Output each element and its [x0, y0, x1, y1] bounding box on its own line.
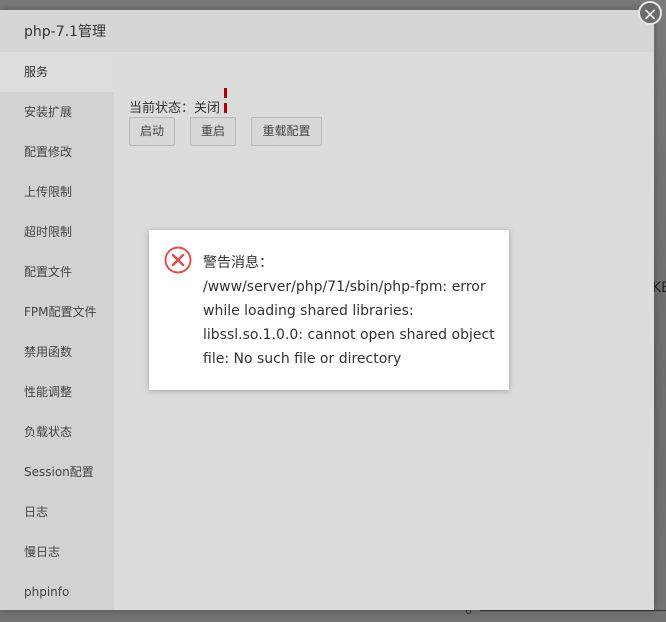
- alert-message: /www/server/php/71/sbin/php-fpm: error w…: [203, 279, 495, 367]
- warning-alert: 警告消息： /www/server/php/71/sbin/php-fpm: e…: [149, 230, 509, 390]
- background-fragment: KB: [652, 280, 666, 296]
- sidebar-item-install-extension[interactable]: 安装扩展: [0, 92, 114, 132]
- reload-config-button[interactable]: 重载配置: [251, 117, 322, 146]
- close-button[interactable]: ×: [638, 1, 662, 25]
- alert-message-block: 警告消息： /www/server/php/71/sbin/php-fpm: e…: [203, 251, 495, 371]
- error-circle-icon: [164, 246, 192, 274]
- sidebar-item-fpm-config-file[interactable]: FPM配置文件: [0, 292, 114, 332]
- sidebar-item-upload-limit[interactable]: 上传限制: [0, 172, 114, 212]
- sidebar-item-config-file[interactable]: 配置文件: [0, 252, 114, 292]
- background-axis-line: [480, 610, 666, 611]
- start-button[interactable]: 启动: [129, 117, 175, 146]
- status-value: 关闭: [194, 101, 221, 116]
- restart-button[interactable]: 重启: [190, 117, 236, 146]
- sidebar-item-load-status[interactable]: 负载状态: [0, 412, 114, 452]
- dialog-title: php-7.1管理: [24, 24, 106, 40]
- service-status: 当前状态：关闭: [129, 87, 232, 116]
- sidebar-menu: 服务 安装扩展 配置修改 上传限制 超时限制 配置文件 FPM配置文件 禁用函数…: [0, 52, 114, 610]
- pause-icon: [224, 87, 232, 113]
- sidebar-item-log[interactable]: 日志: [0, 492, 114, 532]
- dialog-title-bar[interactable]: php-7.1管理: [0, 10, 654, 53]
- sidebar-item-config-edit[interactable]: 配置修改: [0, 132, 114, 172]
- sidebar-item-disabled-functions[interactable]: 禁用函数: [0, 332, 114, 372]
- status-label: 当前状态：: [129, 101, 195, 116]
- sidebar-item-timeout-limit[interactable]: 超时限制: [0, 212, 114, 252]
- sidebar-item-session-config[interactable]: Session配置: [0, 452, 114, 492]
- sidebar-item-performance-tuning[interactable]: 性能调整: [0, 372, 114, 412]
- sidebar-item-service[interactable]: 服务: [0, 52, 114, 92]
- alert-title: 警告消息：: [203, 255, 273, 271]
- sidebar-item-phpinfo[interactable]: phpinfo: [0, 572, 114, 612]
- close-icon: ×: [642, 4, 658, 25]
- sidebar-item-slow-log[interactable]: 慢日志: [0, 532, 114, 572]
